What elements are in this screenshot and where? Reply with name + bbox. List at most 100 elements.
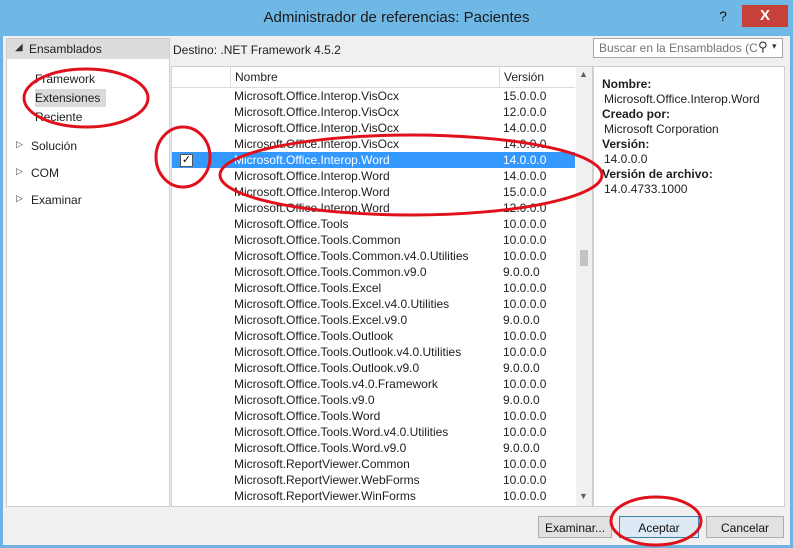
- table-row[interactable]: Microsoft.Office.Tools.Common.v9.0 9.0.0.…: [172, 264, 575, 280]
- row-version: 14.0.0.0: [503, 121, 547, 135]
- column-header-version[interactable]: Versión: [499, 67, 575, 87]
- sidebar-item-com[interactable]: ▷ COM: [7, 163, 169, 183]
- row-version: 10.0.0.0: [503, 409, 547, 423]
- row-name: Microsoft.Office.Interop.Word: [234, 185, 390, 199]
- table-row[interactable]: Microsoft.Office.Interop.VisOcx 14.0.0.0: [172, 120, 575, 136]
- scroll-down-icon[interactable]: ▼: [579, 491, 588, 501]
- row-version: 12.0.0.0: [503, 105, 547, 119]
- row-name: Microsoft.Office.Tools.Common.v4.0.Utili…: [234, 249, 469, 263]
- table-row[interactable]: Microsoft.Office.Tools.Word 10.0.0.0: [172, 408, 575, 424]
- row-version: 10.0.0.0: [503, 281, 547, 295]
- table-row[interactable]: Microsoft.Office.Tools.Common 10.0.0.0: [172, 232, 575, 248]
- scroll-up-icon[interactable]: ▲: [579, 69, 588, 79]
- row-version: 9.0.0.0: [503, 361, 540, 375]
- row-version: 14.0.0.0: [503, 169, 547, 183]
- sidebar-item-solucion[interactable]: ▷ Solución: [7, 136, 169, 156]
- row-version: 10.0.0.0: [503, 329, 547, 343]
- sidebar-item-label: Ensamblados: [29, 42, 102, 56]
- chevron-down-icon[interactable]: ▾: [772, 41, 777, 52]
- sidebar-item-label: Solución: [31, 139, 78, 153]
- row-name: Microsoft.Office.Tools.Word.v9.0: [234, 441, 407, 455]
- detail-name-label: Nombre:: [602, 77, 652, 91]
- table-row[interactable]: Microsoft.Office.Interop.VisOcx 15.0.0.0: [172, 88, 575, 104]
- title-bar: Administrador de referencias: Pacientes …: [0, 0, 793, 36]
- row-name: Microsoft.Office.Tools.Excel.v4.0.Utilit…: [234, 297, 450, 311]
- row-name: Microsoft.Office.Interop.VisOcx: [234, 89, 399, 103]
- assembly-list: Nombre Versión Microsoft.Office.Interop.…: [171, 66, 593, 507]
- triangle-right-icon: ▷: [16, 139, 23, 149]
- row-name: Microsoft.Office.Tools.Outlook.v4.0.Util…: [234, 345, 462, 359]
- sidebar-item-label: Examinar: [31, 193, 82, 207]
- detail-version-label: Versión:: [602, 137, 650, 151]
- table-row[interactable]: Microsoft.ReportViewer.WebForms 10.0.0.0: [172, 472, 575, 488]
- row-name: Microsoft.Office.Tools: [234, 217, 349, 231]
- row-version: 10.0.0.0: [503, 457, 547, 471]
- triangle-down-icon: ◢: [15, 42, 23, 53]
- details-panel: Nombre: Microsoft.Office.Interop.Word Cr…: [593, 66, 785, 507]
- row-version: 10.0.0.0: [503, 217, 547, 231]
- row-version: 9.0.0.0: [503, 265, 540, 279]
- column-header-name[interactable]: Nombre: [230, 67, 500, 87]
- sidebar: ◢ Ensamblados Framework Extensiones Reci…: [6, 38, 170, 507]
- row-name: Microsoft.ReportViewer.Common: [234, 457, 410, 471]
- row-name: Microsoft.Office.Interop.VisOcx: [234, 105, 399, 119]
- table-row[interactable]: Microsoft.Office.Tools 10.0.0.0: [172, 216, 575, 232]
- row-name: Microsoft.Office.Interop.Word: [234, 169, 390, 183]
- row-version: 10.0.0.0: [503, 377, 547, 391]
- row-name: Microsoft.ReportViewer.WebForms: [234, 473, 420, 487]
- help-button[interactable]: ?: [716, 8, 730, 24]
- table-row[interactable]: Microsoft.ReportViewer.WinForms 10.0.0.0: [172, 488, 575, 504]
- vertical-scrollbar[interactable]: ▲ ▼: [576, 67, 592, 506]
- table-row[interactable]: Microsoft.Office.Interop.Word 12.0.0.0: [172, 200, 575, 216]
- detail-file-version-value: 14.0.4733.1000: [604, 182, 688, 196]
- row-name: Microsoft.Office.Interop.Word: [234, 153, 390, 167]
- table-row[interactable]: Microsoft.Office.Interop.VisOcx 14.0.0.0: [172, 136, 575, 152]
- scrollbar-thumb[interactable]: [580, 250, 588, 266]
- table-row[interactable]: Microsoft.Office.Tools.v4.0.Framework 10.…: [172, 376, 575, 392]
- table-row[interactable]: ✓ Microsoft.Office.Interop.Word 14.0.0.0: [172, 152, 575, 168]
- row-name: Microsoft.Office.Tools.Excel.v9.0: [234, 313, 408, 327]
- row-version: 10.0.0.0: [503, 345, 547, 359]
- table-row[interactable]: Microsoft.Office.Interop.Word 14.0.0.0: [172, 168, 575, 184]
- row-version: 10.0.0.0: [503, 233, 547, 247]
- search-box[interactable]: ⚲ ▾: [593, 38, 783, 58]
- row-name: Microsoft.Office.Interop.Word: [234, 201, 390, 215]
- search-input[interactable]: [594, 39, 759, 57]
- row-name: Microsoft.Office.Tools.Outlook.v9.0: [234, 361, 420, 375]
- table-row[interactable]: Microsoft.Office.Interop.Word 15.0.0.0: [172, 184, 575, 200]
- row-version: 9.0.0.0: [503, 393, 540, 407]
- browse-button[interactable]: Examinar...: [538, 516, 612, 538]
- target-framework-label: Destino: .NET Framework 4.5.2: [173, 43, 341, 57]
- sidebar-item-ensamblados[interactable]: ◢ Ensamblados: [7, 39, 169, 59]
- row-version: 10.0.0.0: [503, 425, 547, 439]
- cancel-button[interactable]: Cancelar: [706, 516, 784, 538]
- sidebar-subitem-reciente[interactable]: Reciente: [35, 108, 82, 126]
- sidebar-subitem-framework[interactable]: Framework: [35, 70, 95, 88]
- sidebar-item-label: COM: [31, 166, 59, 180]
- table-row[interactable]: Microsoft.Office.Tools.Excel.v4.0.Utilit…: [172, 296, 575, 312]
- close-button[interactable]: X: [742, 5, 788, 27]
- row-version: 9.0.0.0: [503, 441, 540, 455]
- row-version: 12.0.0.0: [503, 201, 547, 215]
- table-row[interactable]: Microsoft.Office.Tools.Outlook 10.0.0.0: [172, 328, 575, 344]
- table-row[interactable]: Microsoft.Office.Tools.Excel.v9.0 9.0.0.0: [172, 312, 575, 328]
- row-name: Microsoft.ReportViewer.WinForms: [234, 489, 416, 503]
- table-row[interactable]: Microsoft.Office.Tools.Outlook.v9.0 9.0.0…: [172, 360, 575, 376]
- row-version: 9.0.0.0: [503, 313, 540, 327]
- button-bar: Examinar... Aceptar Cancelar: [3, 508, 790, 545]
- table-row[interactable]: Microsoft.Office.Tools.Word.v9.0 9.0.0.0: [172, 440, 575, 456]
- table-row[interactable]: Microsoft.ReportViewer.Common 10.0.0.0: [172, 456, 575, 472]
- sidebar-subitem-extensiones[interactable]: Extensiones: [35, 89, 107, 107]
- table-row[interactable]: Microsoft.Office.Tools.Excel 10.0.0.0: [172, 280, 575, 296]
- table-row[interactable]: Microsoft.Office.Tools.Common.v4.0.Utili…: [172, 248, 575, 264]
- checkmark-icon[interactable]: ✓: [180, 154, 193, 167]
- dialog-body: ◢ Ensamblados Framework Extensiones Reci…: [3, 36, 790, 545]
- table-row[interactable]: Microsoft.Office.Interop.VisOcx 12.0.0.0: [172, 104, 575, 120]
- table-row[interactable]: Microsoft.Office.Tools.Outlook.v4.0.Util…: [172, 344, 575, 360]
- table-row[interactable]: Microsoft.Office.Tools.Word.v4.0.Utiliti…: [172, 424, 575, 440]
- sidebar-item-examinar[interactable]: ▷ Examinar: [7, 190, 169, 210]
- ok-button[interactable]: Aceptar: [619, 516, 699, 538]
- search-icon[interactable]: ⚲: [758, 39, 768, 55]
- row-version: 10.0.0.0: [503, 297, 547, 311]
- table-row[interactable]: Microsoft.Office.Tools.v9.0 9.0.0.0: [172, 392, 575, 408]
